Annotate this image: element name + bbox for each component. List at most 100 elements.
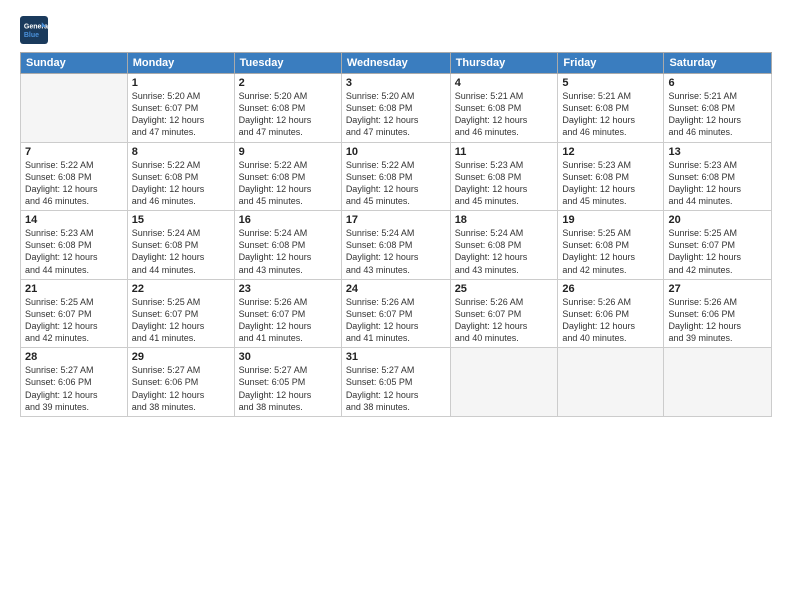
calendar-week-2: 7Sunrise: 5:22 AMSunset: 6:08 PMDaylight… — [21, 142, 772, 211]
weekday-header-row: SundayMondayTuesdayWednesdayThursdayFrid… — [21, 53, 772, 74]
svg-text:Blue: Blue — [24, 32, 39, 39]
day-number: 24 — [346, 283, 446, 295]
calendar-cell: 18Sunrise: 5:24 AMSunset: 6:08 PMDayligh… — [450, 211, 558, 280]
day-number: 17 — [346, 214, 446, 226]
day-number: 6 — [668, 77, 767, 89]
day-number: 3 — [346, 77, 446, 89]
day-info: Sunrise: 5:20 AMSunset: 6:08 PMDaylight:… — [346, 90, 446, 139]
day-number: 14 — [25, 214, 123, 226]
svg-text:General: General — [24, 23, 48, 30]
day-number: 7 — [25, 146, 123, 158]
day-number: 27 — [668, 283, 767, 295]
calendar-cell: 3Sunrise: 5:20 AMSunset: 6:08 PMDaylight… — [341, 74, 450, 143]
day-info: Sunrise: 5:24 AMSunset: 6:08 PMDaylight:… — [346, 227, 446, 276]
day-info: Sunrise: 5:24 AMSunset: 6:08 PMDaylight:… — [132, 227, 230, 276]
calendar-cell: 21Sunrise: 5:25 AMSunset: 6:07 PMDayligh… — [21, 279, 128, 348]
calendar-cell: 29Sunrise: 5:27 AMSunset: 6:06 PMDayligh… — [127, 348, 234, 417]
calendar-cell: 1Sunrise: 5:20 AMSunset: 6:07 PMDaylight… — [127, 74, 234, 143]
day-number: 8 — [132, 146, 230, 158]
day-info: Sunrise: 5:23 AMSunset: 6:08 PMDaylight:… — [455, 159, 554, 208]
calendar-cell: 4Sunrise: 5:21 AMSunset: 6:08 PMDaylight… — [450, 74, 558, 143]
logo: General Blue — [20, 16, 50, 44]
day-info: Sunrise: 5:22 AMSunset: 6:08 PMDaylight:… — [25, 159, 123, 208]
calendar-cell: 13Sunrise: 5:23 AMSunset: 6:08 PMDayligh… — [664, 142, 772, 211]
day-info: Sunrise: 5:21 AMSunset: 6:08 PMDaylight:… — [562, 90, 659, 139]
calendar-cell: 16Sunrise: 5:24 AMSunset: 6:08 PMDayligh… — [234, 211, 341, 280]
calendar-table: SundayMondayTuesdayWednesdayThursdayFrid… — [20, 52, 772, 417]
calendar-cell: 7Sunrise: 5:22 AMSunset: 6:08 PMDaylight… — [21, 142, 128, 211]
calendar-cell: 12Sunrise: 5:23 AMSunset: 6:08 PMDayligh… — [558, 142, 664, 211]
calendar-cell — [21, 74, 128, 143]
calendar-cell: 9Sunrise: 5:22 AMSunset: 6:08 PMDaylight… — [234, 142, 341, 211]
calendar-cell: 22Sunrise: 5:25 AMSunset: 6:07 PMDayligh… — [127, 279, 234, 348]
day-number: 20 — [668, 214, 767, 226]
day-number: 13 — [668, 146, 767, 158]
calendar-cell: 30Sunrise: 5:27 AMSunset: 6:05 PMDayligh… — [234, 348, 341, 417]
weekday-monday: Monday — [127, 53, 234, 74]
day-number: 19 — [562, 214, 659, 226]
day-info: Sunrise: 5:26 AMSunset: 6:07 PMDaylight:… — [346, 296, 446, 345]
day-info: Sunrise: 5:25 AMSunset: 6:07 PMDaylight:… — [25, 296, 123, 345]
calendar-cell: 5Sunrise: 5:21 AMSunset: 6:08 PMDaylight… — [558, 74, 664, 143]
day-info: Sunrise: 5:21 AMSunset: 6:08 PMDaylight:… — [455, 90, 554, 139]
day-number: 28 — [25, 351, 123, 363]
weekday-saturday: Saturday — [664, 53, 772, 74]
calendar-cell: 11Sunrise: 5:23 AMSunset: 6:08 PMDayligh… — [450, 142, 558, 211]
day-number: 31 — [346, 351, 446, 363]
weekday-thursday: Thursday — [450, 53, 558, 74]
day-info: Sunrise: 5:21 AMSunset: 6:08 PMDaylight:… — [668, 90, 767, 139]
day-number: 4 — [455, 77, 554, 89]
day-number: 1 — [132, 77, 230, 89]
weekday-wednesday: Wednesday — [341, 53, 450, 74]
page: General Blue SundayMondayTuesdayWednesda… — [0, 0, 792, 612]
day-info: Sunrise: 5:26 AMSunset: 6:07 PMDaylight:… — [455, 296, 554, 345]
calendar-cell: 31Sunrise: 5:27 AMSunset: 6:05 PMDayligh… — [341, 348, 450, 417]
calendar-week-3: 14Sunrise: 5:23 AMSunset: 6:08 PMDayligh… — [21, 211, 772, 280]
calendar-week-5: 28Sunrise: 5:27 AMSunset: 6:06 PMDayligh… — [21, 348, 772, 417]
calendar-cell: 2Sunrise: 5:20 AMSunset: 6:08 PMDaylight… — [234, 74, 341, 143]
day-number: 25 — [455, 283, 554, 295]
calendar-cell: 14Sunrise: 5:23 AMSunset: 6:08 PMDayligh… — [21, 211, 128, 280]
day-info: Sunrise: 5:22 AMSunset: 6:08 PMDaylight:… — [132, 159, 230, 208]
day-number: 21 — [25, 283, 123, 295]
day-number: 23 — [239, 283, 337, 295]
calendar-cell: 23Sunrise: 5:26 AMSunset: 6:07 PMDayligh… — [234, 279, 341, 348]
day-number: 22 — [132, 283, 230, 295]
calendar-cell: 25Sunrise: 5:26 AMSunset: 6:07 PMDayligh… — [450, 279, 558, 348]
day-info: Sunrise: 5:23 AMSunset: 6:08 PMDaylight:… — [668, 159, 767, 208]
day-info: Sunrise: 5:20 AMSunset: 6:08 PMDaylight:… — [239, 90, 337, 139]
day-info: Sunrise: 5:23 AMSunset: 6:08 PMDaylight:… — [25, 227, 123, 276]
calendar-cell: 17Sunrise: 5:24 AMSunset: 6:08 PMDayligh… — [341, 211, 450, 280]
calendar-cell: 19Sunrise: 5:25 AMSunset: 6:08 PMDayligh… — [558, 211, 664, 280]
day-info: Sunrise: 5:23 AMSunset: 6:08 PMDaylight:… — [562, 159, 659, 208]
calendar-week-4: 21Sunrise: 5:25 AMSunset: 6:07 PMDayligh… — [21, 279, 772, 348]
day-info: Sunrise: 5:25 AMSunset: 6:08 PMDaylight:… — [562, 227, 659, 276]
calendar-cell: 8Sunrise: 5:22 AMSunset: 6:08 PMDaylight… — [127, 142, 234, 211]
calendar-cell: 20Sunrise: 5:25 AMSunset: 6:07 PMDayligh… — [664, 211, 772, 280]
weekday-sunday: Sunday — [21, 53, 128, 74]
day-info: Sunrise: 5:27 AMSunset: 6:05 PMDaylight:… — [346, 364, 446, 413]
day-number: 18 — [455, 214, 554, 226]
day-number: 26 — [562, 283, 659, 295]
day-info: Sunrise: 5:26 AMSunset: 6:07 PMDaylight:… — [239, 296, 337, 345]
logo-icon: General Blue — [20, 16, 48, 44]
day-number: 29 — [132, 351, 230, 363]
calendar-cell — [664, 348, 772, 417]
day-info: Sunrise: 5:27 AMSunset: 6:06 PMDaylight:… — [132, 364, 230, 413]
day-info: Sunrise: 5:25 AMSunset: 6:07 PMDaylight:… — [132, 296, 230, 345]
day-info: Sunrise: 5:27 AMSunset: 6:06 PMDaylight:… — [25, 364, 123, 413]
calendar-cell: 28Sunrise: 5:27 AMSunset: 6:06 PMDayligh… — [21, 348, 128, 417]
day-number: 12 — [562, 146, 659, 158]
day-number: 10 — [346, 146, 446, 158]
weekday-friday: Friday — [558, 53, 664, 74]
day-info: Sunrise: 5:24 AMSunset: 6:08 PMDaylight:… — [239, 227, 337, 276]
day-info: Sunrise: 5:22 AMSunset: 6:08 PMDaylight:… — [346, 159, 446, 208]
day-info: Sunrise: 5:22 AMSunset: 6:08 PMDaylight:… — [239, 159, 337, 208]
calendar-cell: 26Sunrise: 5:26 AMSunset: 6:06 PMDayligh… — [558, 279, 664, 348]
calendar-cell — [558, 348, 664, 417]
day-info: Sunrise: 5:26 AMSunset: 6:06 PMDaylight:… — [668, 296, 767, 345]
day-info: Sunrise: 5:26 AMSunset: 6:06 PMDaylight:… — [562, 296, 659, 345]
day-number: 16 — [239, 214, 337, 226]
calendar-cell — [450, 348, 558, 417]
calendar-cell: 24Sunrise: 5:26 AMSunset: 6:07 PMDayligh… — [341, 279, 450, 348]
